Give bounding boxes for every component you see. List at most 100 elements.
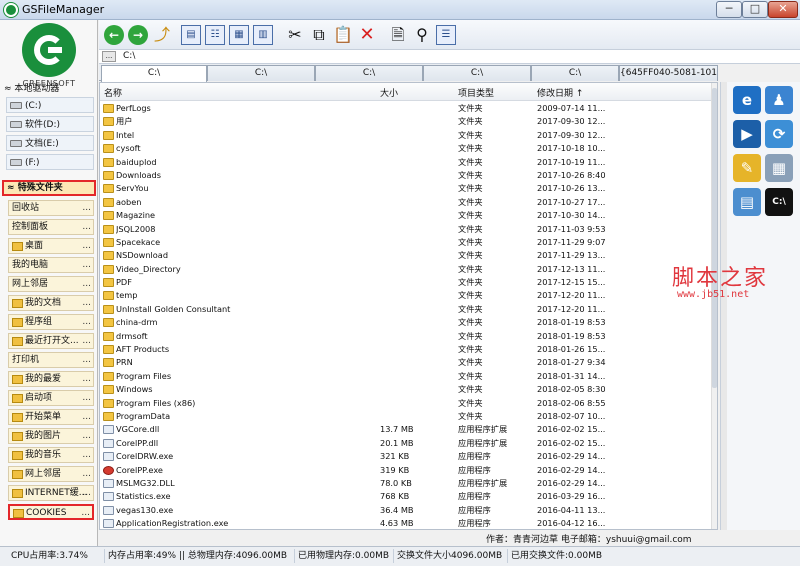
more-icon[interactable]: ...	[81, 506, 90, 518]
delete-icon[interactable]: ✕	[357, 25, 377, 45]
special-folder-item[interactable]: 开始菜单...	[8, 409, 94, 425]
special-folder-item[interactable]: 最近打开文......	[8, 333, 94, 349]
search-icon[interactable]: ⚲	[412, 25, 432, 45]
file-row[interactable]: CorelDRW.exe 321 KB 应用程序 2016-02-29 14...	[100, 450, 713, 463]
file-row[interactable]: MSLMG32.DLL 78.0 KB 应用程序扩展 2016-02-29 14...	[100, 477, 713, 490]
file-row[interactable]: PerfLogs 文件夹 2009-07-14 11...	[100, 102, 713, 115]
tab-6[interactable]: {645FF040-5081-101B-9F0	[619, 65, 718, 81]
address-path[interactable]: C:\	[123, 50, 135, 63]
up-folder-icon[interactable]: ⤴	[152, 25, 172, 45]
file-row[interactable]: Windows 文件夹 2018-02-05 8:30	[100, 383, 713, 396]
file-row[interactable]: CorelPP.exe 319 KB 应用程序 2016-02-29 14...	[100, 464, 713, 477]
column-type[interactable]: 项目类型	[458, 86, 494, 99]
file-row[interactable]: temp 文件夹 2017-12-20 11...	[100, 289, 713, 302]
file-list-scrollbar[interactable]	[711, 83, 717, 529]
shortcut-scrollbar[interactable]	[721, 82, 727, 530]
file-row[interactable]: vegas130.exe 36.4 MB 应用程序 2016-04-11 13...	[100, 504, 713, 517]
paste-icon[interactable]: 📋	[333, 25, 353, 45]
maximize-button[interactable]: □	[742, 1, 768, 18]
file-row[interactable]: cysoft 文件夹 2017-10-18 10...	[100, 142, 713, 155]
special-folder-item[interactable]: 程序组...	[8, 314, 94, 330]
command-prompt-icon[interactable]: C:\	[765, 188, 793, 216]
file-row[interactable]: Program Files 文件夹 2018-01-31 14...	[100, 370, 713, 383]
more-icon[interactable]: ...	[82, 296, 91, 310]
back-icon[interactable]: ←	[104, 25, 124, 45]
file-row[interactable]: Spacekace 文件夹 2017-11-29 9:07	[100, 236, 713, 249]
file-row[interactable]: 用户 文件夹 2017-09-30 12...	[100, 115, 713, 128]
special-folder-item[interactable]: 我的电脑...	[8, 257, 94, 273]
more-icon[interactable]: ...	[82, 391, 91, 405]
file-row[interactable]: Video_Directory 文件夹 2017-12-13 11...	[100, 263, 713, 276]
tab-3[interactable]: C:\	[315, 65, 423, 81]
file-row[interactable]: ApplicationRegistration.exe 4.63 MB 应用程序 20…	[100, 517, 713, 529]
file-row[interactable]: PRN 文件夹 2018-01-27 9:34	[100, 356, 713, 369]
special-folder-item[interactable]: 网上邻居...	[8, 466, 94, 482]
file-row[interactable]: ServYou 文件夹 2017-10-26 13...	[100, 182, 713, 195]
file-row[interactable]: PDF 文件夹 2017-12-15 15...	[100, 276, 713, 289]
file-row[interactable]: AFT Products 文件夹 2018-01-26 15...	[100, 343, 713, 356]
file-row[interactable]: VGCore.dll 13.7 MB 应用程序扩展 2016-02-02 15...	[100, 423, 713, 436]
more-icon[interactable]: ...	[82, 486, 91, 500]
special-folder-item[interactable]: 桌面...	[8, 238, 94, 254]
cut-icon[interactable]: ✂	[285, 25, 305, 45]
list-icon[interactable]: ☰	[436, 25, 456, 45]
more-icon[interactable]: ...	[82, 353, 91, 367]
media-player-icon[interactable]: ▶	[733, 120, 761, 148]
address-browse-button[interactable]: ...	[102, 51, 116, 62]
view-large-icon[interactable]: ▤	[181, 25, 201, 45]
file-row[interactable]: Downloads 文件夹 2017-10-26 8:40	[100, 169, 713, 182]
special-folder-item[interactable]: 我的图片...	[8, 428, 94, 444]
more-icon[interactable]: ...	[82, 258, 91, 272]
special-folder-item[interactable]: 控制面板...	[8, 219, 94, 235]
properties-icon[interactable]: 🗎	[388, 25, 408, 45]
special-folder-item[interactable]: 打印机...	[8, 352, 94, 368]
special-folder-item[interactable]: INTERNET缓......	[8, 485, 94, 501]
view-small-icon[interactable]: ☷	[205, 25, 225, 45]
tab-1[interactable]: C:\	[101, 65, 207, 82]
tab-2[interactable]: C:\	[207, 65, 315, 81]
special-folders-header[interactable]: ≈ 特殊文件夹	[2, 180, 96, 196]
file-row[interactable]: drmsoft 文件夹 2018-01-19 8:53	[100, 330, 713, 343]
file-row[interactable]: aoben 文件夹 2017-10-27 17...	[100, 196, 713, 209]
drive-e[interactable]: 文档(E:)	[6, 135, 94, 151]
file-row[interactable]: Program Files (x86) 文件夹 2018-02-06 8:55	[100, 397, 713, 410]
file-row[interactable]: UnInstall Golden Consultant 文件夹 2017-12-20…	[100, 303, 713, 316]
sync-icon[interactable]: ⟳	[765, 120, 793, 148]
view-list-icon[interactable]: ▦	[229, 25, 249, 45]
more-icon[interactable]: ...	[82, 410, 91, 424]
file-row[interactable]: ProgramData 文件夹 2018-02-07 10...	[100, 410, 713, 423]
more-icon[interactable]: ...	[82, 334, 91, 348]
minimize-button[interactable]: ─	[716, 1, 742, 18]
file-row[interactable]: CorelPP.dll 20.1 MB 应用程序扩展 2016-02-02 15...	[100, 437, 713, 450]
more-icon[interactable]: ...	[82, 372, 91, 386]
file-row[interactable]: baiduplod 文件夹 2017-10-19 11...	[100, 156, 713, 169]
paint-icon[interactable]: ✎	[733, 154, 761, 182]
more-icon[interactable]: ...	[82, 448, 91, 462]
column-date[interactable]: 修改日期 ↑	[537, 86, 583, 99]
drive-c[interactable]: (C:)	[6, 97, 94, 113]
special-folder-item[interactable]: 我的音乐...	[8, 447, 94, 463]
drive-d[interactable]: 软件(D:)	[6, 116, 94, 132]
local-drives-header[interactable]: ≈ 本地驱动器	[2, 82, 96, 96]
more-icon[interactable]: ...	[82, 429, 91, 443]
more-icon[interactable]: ...	[82, 467, 91, 481]
internet-explorer-icon[interactable]: e	[733, 86, 761, 114]
notepad-icon[interactable]: ▤	[733, 188, 761, 216]
tab-4[interactable]: C:\	[423, 65, 531, 81]
scrollbar-thumb[interactable]	[712, 88, 717, 388]
column-name[interactable]: 名称	[104, 86, 122, 99]
file-row[interactable]: Statistics.exe 768 KB 应用程序 2016-03-29 16...	[100, 490, 713, 503]
close-button[interactable]: ✕	[768, 1, 798, 18]
special-folder-item[interactable]: 我的最爱...	[8, 371, 94, 387]
file-row[interactable]: Intel 文件夹 2017-09-30 12...	[100, 129, 713, 142]
special-folder-item[interactable]: 回收站...	[8, 200, 94, 216]
file-row[interactable]: JSQL2008 文件夹 2017-11-03 9:53	[100, 223, 713, 236]
more-icon[interactable]: ...	[82, 277, 91, 291]
special-folder-item[interactable]: 网上邻居...	[8, 276, 94, 292]
tab-5[interactable]: C:\	[531, 65, 619, 81]
more-icon[interactable]: ...	[82, 315, 91, 329]
copy-icon[interactable]: ⧉	[309, 25, 329, 45]
more-icon[interactable]: ...	[82, 201, 91, 215]
special-folder-item[interactable]: COOKIES...	[8, 504, 94, 520]
more-icon[interactable]: ...	[82, 220, 91, 234]
